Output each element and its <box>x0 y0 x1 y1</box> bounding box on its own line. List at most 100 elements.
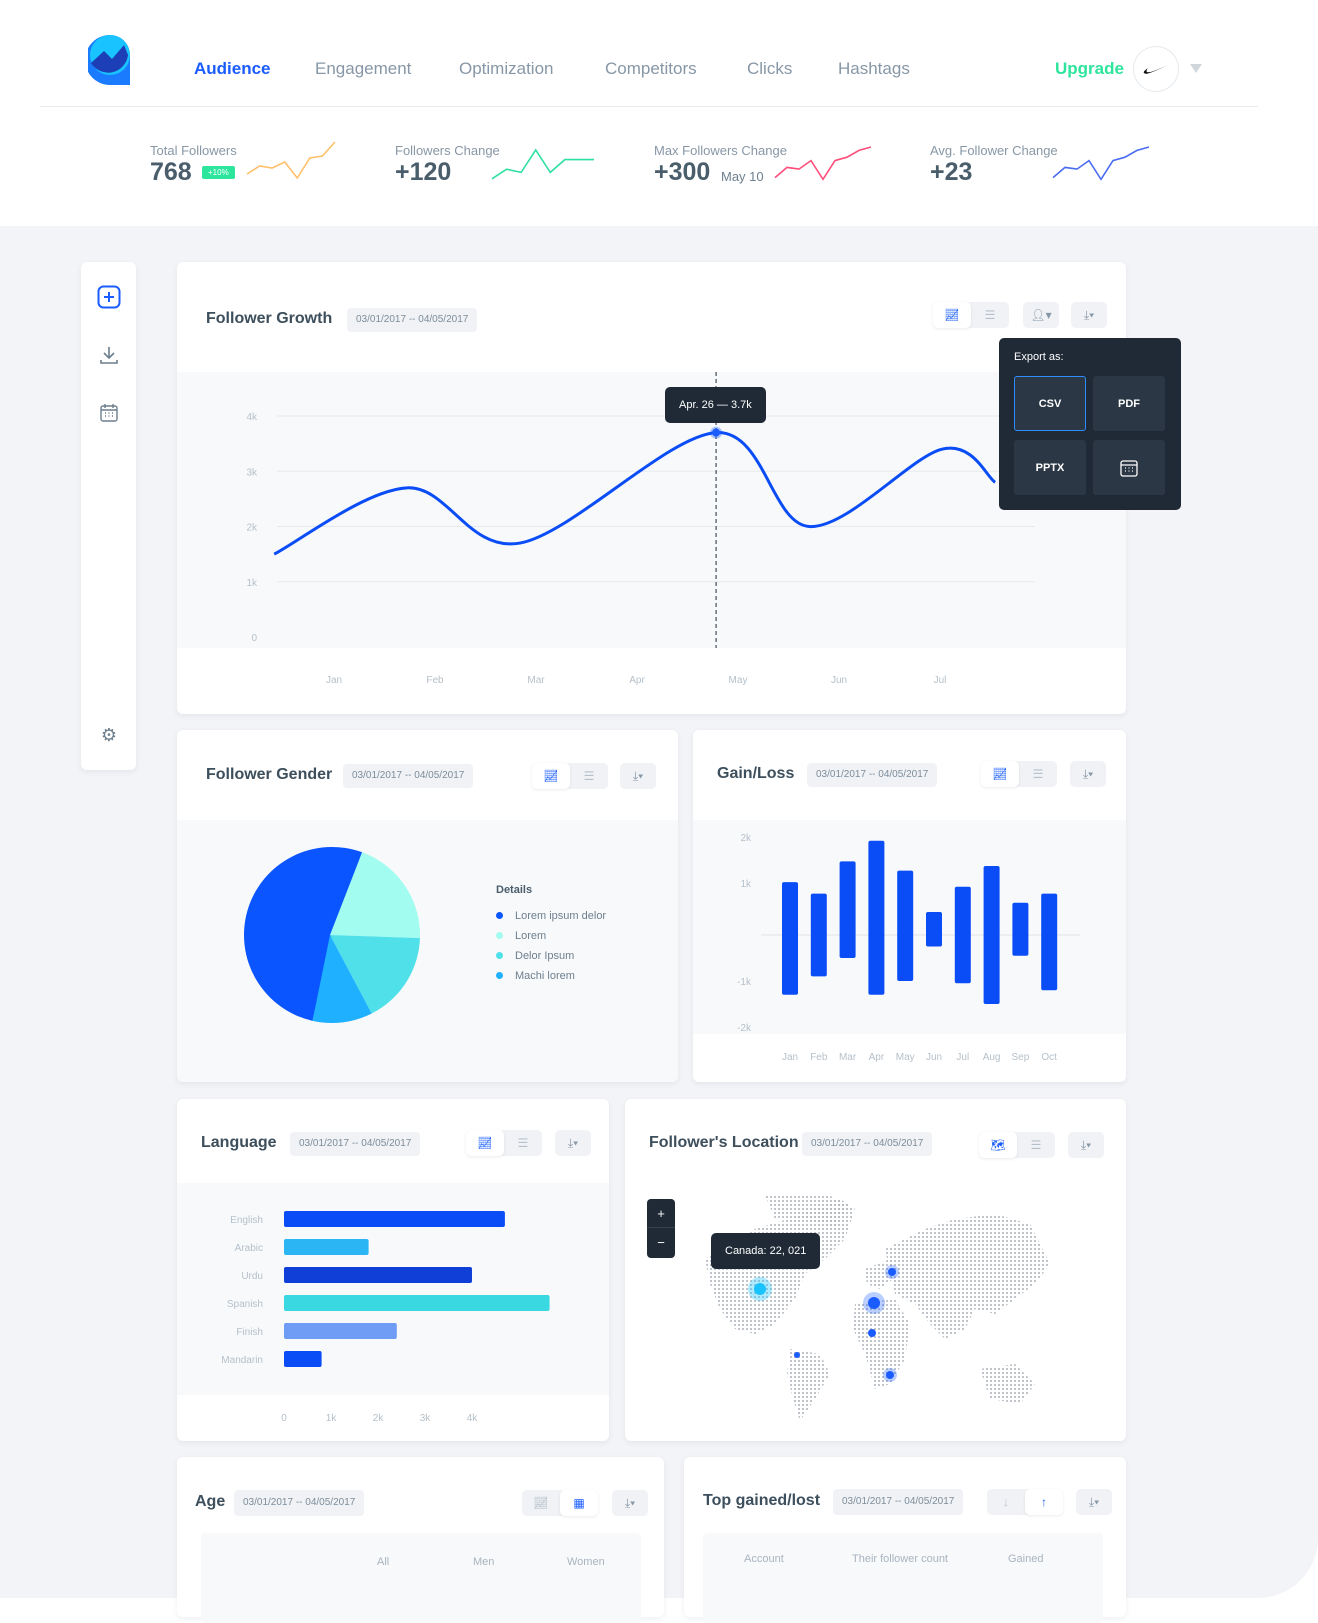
language-bar <box>284 1351 322 1367</box>
gain-loss-bar <box>1041 893 1058 991</box>
zoom-in-button[interactable]: + <box>647 1199 675 1228</box>
view-toggle: 📈︎ ☰ <box>532 763 608 789</box>
y-tick-label: 3k <box>246 467 258 478</box>
bar-label: Finish <box>236 1327 263 1338</box>
x-tick-label: Jan <box>782 1052 798 1063</box>
app-logo[interactable] <box>88 33 132 87</box>
y-tick-label: 1k <box>740 879 752 890</box>
download-button[interactable]: ⤓▾ <box>620 763 656 789</box>
language-chart: English Arabic Urdu Spanish Finish Mandarin 0 1… <box>221 1211 550 1424</box>
add-icon[interactable] <box>96 284 122 310</box>
sidebar <box>81 262 136 770</box>
download-icon[interactable] <box>96 342 122 368</box>
legend-label: Lorem <box>515 930 547 942</box>
table-view-icon[interactable]: ▦ <box>560 1490 598 1516</box>
kpi-value: +23 <box>930 158 973 186</box>
bar-label: Mandarin <box>221 1355 263 1366</box>
card-title: Top gained/lost <box>703 1492 821 1509</box>
account-dropdown-caret-icon[interactable] <box>1190 64 1202 73</box>
table-view-icon[interactable]: ☰ <box>570 763 608 789</box>
gain-loss-bar <box>983 866 1000 1004</box>
date-range-picker[interactable]: 03/01/2017 -- 04/05/2017 <box>234 1490 365 1516</box>
column-header: Men <box>473 1556 495 1568</box>
legend-item: Delor Ipsum <box>496 950 574 962</box>
column-header: Gained <box>1008 1553 1044 1565</box>
age-card: Age 03/01/2017 -- 04/05/2017 📈︎ ▦ ⤓▾ All … <box>177 1457 664 1623</box>
x-tick-label: Apr <box>869 1052 885 1063</box>
follower-growth-card: Follower Growth 03/01/2017 -- 04/05/2017… <box>177 262 1126 714</box>
calendar-icon[interactable] <box>96 400 122 426</box>
nav-audience[interactable]: Audience <box>194 59 271 79</box>
gain-loss-chart: 2k 1k -1k -2k Jan Feb Mar Apr May Jun Jul Aug Sep Oct <box>737 833 1080 1063</box>
x-tick-label: Jan <box>326 675 342 686</box>
y-tick-label: 1k <box>246 578 258 589</box>
account-avatar[interactable] <box>1133 46 1179 92</box>
zoom-out-button[interactable]: − <box>647 1228 675 1257</box>
arrow-down-icon[interactable]: ↓ <box>987 1489 1025 1515</box>
kpi-value: 768 <box>150 158 192 186</box>
export-csv-button[interactable]: CSV <box>1014 376 1086 431</box>
legend-label: Lorem ipsum delor <box>515 910 607 922</box>
x-tick-label: Mar <box>527 675 545 686</box>
nav-optimization[interactable]: Optimization <box>459 59 553 79</box>
nav-hashtags[interactable]: Hashtags <box>838 59 910 79</box>
x-tick-label: 3k <box>420 1413 432 1424</box>
date-range-picker[interactable]: 03/01/2017 -- 04/05/2017 <box>833 1489 964 1515</box>
age-table <box>201 1533 641 1623</box>
nav-engagement[interactable]: Engagement <box>315 59 411 79</box>
y-tick-label: 2k <box>246 523 258 534</box>
x-tick-label: Aug <box>983 1052 1001 1063</box>
language-bar <box>284 1267 472 1283</box>
gear-icon[interactable]: ⚙ <box>96 722 122 748</box>
line-chart-view-icon[interactable]: 📈︎ <box>522 1490 560 1516</box>
sparkline-path <box>246 141 336 180</box>
language-card: Language 03/01/2017 -- 04/05/2017 📈︎ ☰ ⤓▾… <box>177 1099 609 1441</box>
column-header: Their follower count <box>852 1553 948 1565</box>
language-bar <box>284 1211 505 1227</box>
export-pdf-button[interactable]: PDF <box>1093 376 1165 431</box>
x-tick-label: 1k <box>326 1413 338 1424</box>
legend-label: Machi lorem <box>515 970 575 982</box>
calendar-icon <box>1120 459 1138 477</box>
legend-swatch <box>496 972 503 979</box>
kpi-value: +120 <box>395 158 452 186</box>
download-button[interactable]: ⤓▾ <box>1076 1489 1112 1515</box>
header-divider <box>40 106 1258 107</box>
export-calendar-button[interactable] <box>1093 440 1165 495</box>
location-marker[interactable] <box>868 1329 876 1337</box>
legend-label: Delor Ipsum <box>515 950 575 962</box>
language-bar <box>284 1323 397 1339</box>
upgrade-link[interactable]: Upgrade <box>1055 59 1124 79</box>
x-tick-label: 2k <box>373 1413 385 1424</box>
gain-loss-bar <box>839 861 856 958</box>
bar-label: Arabic <box>235 1243 263 1254</box>
gain-loss-bar <box>868 840 885 995</box>
follower-gender-card: Follower Gender 03/01/2017 -- 04/05/2017… <box>177 730 678 1082</box>
kpi-sparkline <box>1052 146 1150 181</box>
nav-competitors[interactable]: Competitors <box>605 59 697 79</box>
column-header: Account <box>744 1553 784 1565</box>
line-chart-view-icon[interactable]: 📈︎ <box>532 763 570 789</box>
arrow-up-icon[interactable]: ↑ <box>1025 1489 1063 1515</box>
x-tick-label: 4k <box>467 1413 479 1424</box>
x-tick-label: Apr <box>629 675 645 686</box>
kpi-label: Avg. Follower Change <box>930 143 1058 158</box>
gain-loss-bar <box>926 912 942 947</box>
sort-toggle: ↓ ↑ <box>987 1489 1063 1515</box>
world-map[interactable] <box>625 1099 1126 1441</box>
x-tick-label: Jul <box>956 1052 969 1063</box>
card-title: Age <box>195 1493 226 1510</box>
gain-loss-bar <box>1012 902 1029 956</box>
download-button[interactable]: ⤓▾ <box>612 1490 648 1516</box>
legend-swatch <box>496 952 503 959</box>
export-pptx-button[interactable]: PPTX <box>1014 440 1086 495</box>
nav-clicks[interactable]: Clicks <box>747 59 792 79</box>
language-bar <box>284 1295 550 1311</box>
sparkline-path <box>491 148 594 180</box>
series-line <box>273 431 997 556</box>
legend-swatch <box>496 932 503 939</box>
x-tick-label: Sep <box>1012 1052 1030 1063</box>
y-tick-label: -2k <box>737 1023 752 1034</box>
location-marker[interactable] <box>794 1352 800 1358</box>
kpi-sub: May 10 <box>721 169 764 184</box>
